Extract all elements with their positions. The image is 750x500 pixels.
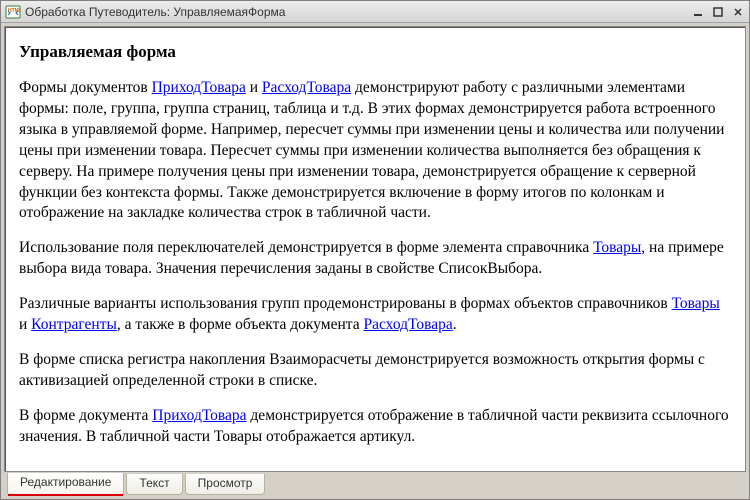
link-prihod-tovara[interactable]: ПриходТовара <box>152 79 246 96</box>
page-heading: Управляемая форма <box>19 41 731 64</box>
minimize-button[interactable] <box>689 4 707 20</box>
document-body[interactable]: Управляемая форма Формы документов Прихо… <box>5 27 745 471</box>
paragraph-3: Различные варианты использования групп п… <box>19 294 731 336</box>
link-tovary-2[interactable]: Товары <box>672 295 720 312</box>
content-wrapper: Управляемая форма Формы документов Прихо… <box>1 23 749 475</box>
link-kontragenty[interactable]: Контрагенты <box>31 316 117 333</box>
close-button[interactable] <box>729 4 747 20</box>
link-rashod-tovara[interactable]: РасходТовара <box>262 79 351 96</box>
link-rashod-tovara-2[interactable]: РасходТовара <box>364 316 453 333</box>
tab-text[interactable]: Текст <box>126 474 182 495</box>
tab-edit[interactable]: Редактирование <box>7 473 124 496</box>
link-prihod-tovara-2[interactable]: ПриходТовара <box>152 407 246 424</box>
window-controls <box>689 4 747 20</box>
tab-preview[interactable]: Просмотр <box>185 474 266 495</box>
paragraph-4: В форме списка регистра накопления Взаим… <box>19 350 731 392</box>
paragraph-1: Формы документов ПриходТовара и РасходТо… <box>19 78 731 224</box>
window-title: Обработка Путеводитель: УправляемаяФорма <box>25 5 689 19</box>
paragraph-2: Использование поля переключателей демонс… <box>19 238 731 280</box>
link-tovary[interactable]: Товары <box>593 239 641 256</box>
paragraph-5: В форме документа ПриходТовара демонстри… <box>19 406 731 448</box>
content-border: Управляемая форма Формы документов Прихо… <box>4 26 746 472</box>
titlebar: HTML Обработка Путеводитель: Управляемая… <box>1 1 749 23</box>
app-window: HTML Обработка Путеводитель: Управляемая… <box>0 0 750 500</box>
app-icon: HTML <box>5 4 21 20</box>
maximize-button[interactable] <box>709 4 727 20</box>
bottom-tabbar: Редактирование Текст Просмотр <box>1 475 749 499</box>
